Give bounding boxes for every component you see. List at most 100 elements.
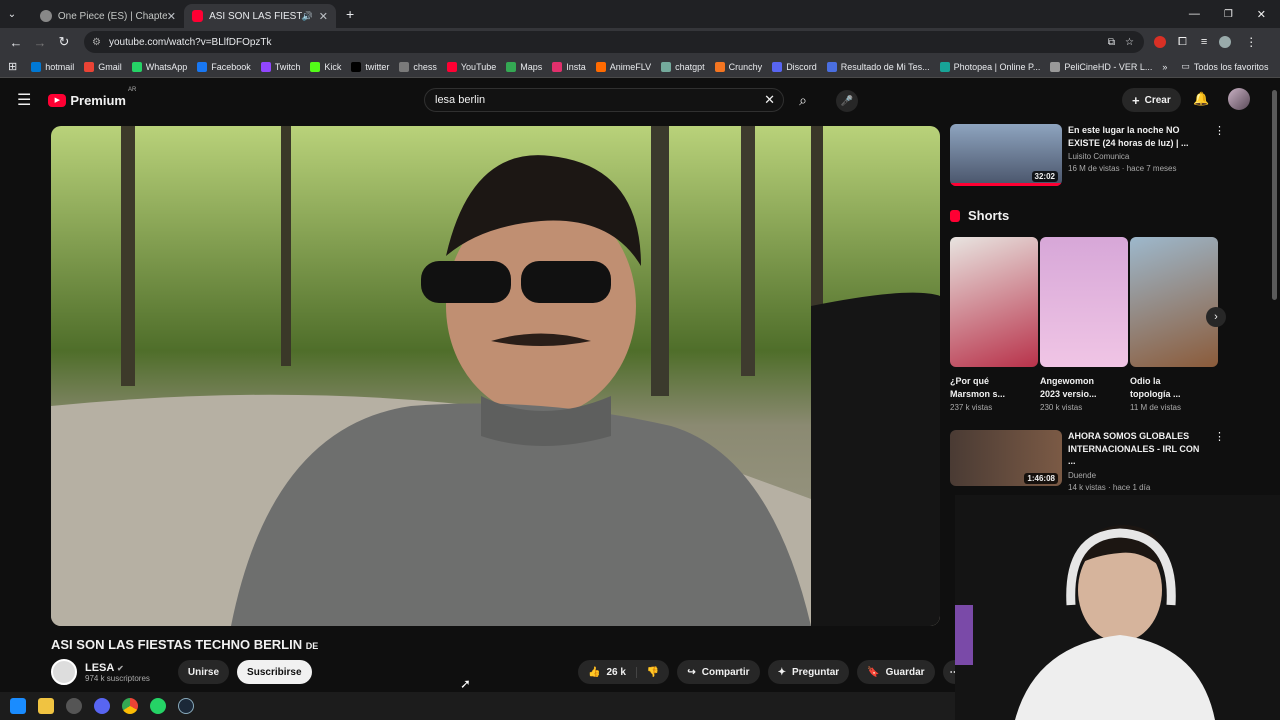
bookmark-item[interactable]: PeliCineHD - VER L... <box>1050 61 1153 72</box>
create-button[interactable]: + Crear <box>1122 88 1181 112</box>
voice-search-icon[interactable]: 🎤 <box>836 90 858 112</box>
short-card[interactable]: ¿Por qué Marsmon s... 237 k vistas <box>950 237 1038 412</box>
new-tab-icon[interactable]: + <box>346 6 354 22</box>
share-label: Compartir <box>701 666 750 678</box>
extension-red-icon[interactable] <box>1154 36 1166 48</box>
extensions-icon[interactable]: ⧠ <box>1178 36 1187 49</box>
tab-one-piece[interactable]: One Piece (ES) | Chapter 1175 | ✕ <box>32 4 184 28</box>
chrome-app-icon[interactable] <box>122 698 138 714</box>
bookmark-item[interactable]: WhatsApp <box>131 61 187 72</box>
speaker-icon[interactable]: 🔊 <box>302 11 313 22</box>
notifications-bell-icon[interactable]: 🔔 <box>1193 91 1209 107</box>
video-card-menu-icon[interactable]: ⋮ <box>1214 430 1225 492</box>
bookmark-item[interactable]: Maps <box>506 61 542 72</box>
bookmark-item[interactable]: hotmail <box>31 61 74 72</box>
url-text: youtube.com/watch?v=BLlfDFOpzTk <box>108 36 272 48</box>
channel-name[interactable]: LESA <box>85 662 114 674</box>
sparkle-icon: ✦ <box>777 666 786 678</box>
bookmark-item[interactable]: Discord <box>772 61 817 72</box>
like-button[interactable]: 👍 26 k <box>578 666 637 678</box>
more-bookmarks-icon[interactable]: » <box>1162 62 1167 72</box>
media-icon[interactable]: ≡ <box>1201 36 1207 48</box>
bookmark-item[interactable]: Photopea | Online P... <box>939 61 1040 72</box>
short-thumbnail[interactable] <box>1040 237 1128 367</box>
short-card[interactable]: Odio la topología ... 11 M de vistas <box>1130 237 1218 412</box>
browser-tab-bar: ⌄ One Piece (ES) | Chapter 1175 | ✕ ASI … <box>0 0 1280 28</box>
video-thumbnail[interactable]: 1:46:08 <box>950 430 1062 487</box>
bookmark-favicon-icon <box>31 61 42 72</box>
bookmark-favicon-icon <box>1050 61 1061 72</box>
whatsapp-app-icon[interactable] <box>150 698 166 714</box>
maximize-icon[interactable]: ❐ <box>1224 9 1233 20</box>
url-field[interactable]: ⚙ youtube.com/watch?v=BLlfDFOpzTk ⧉ ☆ <box>84 31 1144 53</box>
avatar[interactable] <box>1228 88 1250 110</box>
bookmark-star-icon[interactable]: ☆ <box>1125 37 1134 48</box>
youtube-logo[interactable]: ▶ Premium AR <box>48 87 136 108</box>
close-tab-icon[interactable]: ✕ <box>319 10 328 23</box>
short-thumbnail[interactable] <box>950 237 1038 367</box>
discord-app-icon[interactable] <box>94 698 110 714</box>
ask-button[interactable]: ✦ Preguntar <box>767 660 850 684</box>
bookmark-item[interactable]: Facebook <box>197 61 251 72</box>
tab-favicon-icon <box>40 10 52 22</box>
menu-dots-icon[interactable]: ⋮ <box>1245 35 1257 49</box>
search-input[interactable]: lesa berlin ✕ ⌕ <box>424 88 807 112</box>
bookmark-item[interactable]: Crunchy <box>714 61 762 72</box>
video-thumbnail[interactable]: 32:02 <box>950 124 1062 186</box>
thumbs-up-icon: 👍 <box>588 666 601 678</box>
search-icon[interactable]: ⌕ <box>799 92 807 109</box>
progress-bar <box>950 183 1062 186</box>
sidebar-video-card[interactable]: 32:02 En este lugar la noche NO EXISTE (… <box>950 124 1270 186</box>
bookmark-item[interactable]: chatgpt <box>661 61 705 72</box>
bookmark-item[interactable]: twitter <box>351 61 389 72</box>
taskbar <box>0 692 955 720</box>
bookmark-label: Kick <box>324 61 342 72</box>
ask-label: Preguntar <box>791 666 840 678</box>
subscribe-button[interactable]: Suscribirse <box>237 660 312 684</box>
clear-search-icon[interactable]: ✕ <box>764 92 775 108</box>
bookmark-label: PeliCineHD - VER L... <box>1064 61 1153 72</box>
short-thumbnail[interactable] <box>1130 237 1218 367</box>
bookmark-item[interactable]: Resultado de Mi Tes... <box>826 61 930 72</box>
back-icon[interactable]: ← <box>4 35 28 50</box>
steam-app-icon[interactable] <box>178 698 194 714</box>
bookmark-favicon-icon <box>131 61 142 72</box>
shorts-next-icon[interactable]: › <box>1206 307 1226 327</box>
apps-grid-icon[interactable]: ⊞ <box>8 60 17 73</box>
tab-youtube[interactable]: ASI SON LAS FIESTAS TECH 🔊 ✕ <box>184 4 336 28</box>
video-title: ASI SON LAS FIESTAS TECHNO BERLIN DE <box>51 637 318 652</box>
settings-app-icon[interactable] <box>66 698 82 714</box>
save-button[interactable]: 🔖 Guardar <box>857 660 935 684</box>
close-window-icon[interactable]: ✕ <box>1257 8 1266 21</box>
sidebar-video-card[interactable]: 1:46:08 AHORA SOMOS GLOBALES INTERNACION… <box>950 430 1270 492</box>
join-button[interactable]: Unirse <box>177 660 230 684</box>
dislike-button[interactable]: 👎 <box>637 667 669 678</box>
bookmark-item[interactable]: chess <box>399 61 437 72</box>
site-info-icon[interactable]: ⚙ <box>92 37 101 48</box>
page-scrollbar[interactable] <box>1272 90 1277 300</box>
video-card-menu-icon[interactable]: ⋮ <box>1214 124 1225 186</box>
hamburger-menu-icon[interactable]: ☰ <box>17 90 31 110</box>
profile-icon[interactable] <box>1219 36 1232 48</box>
tab-search-icon[interactable]: ⌄ <box>0 9 24 20</box>
video-player[interactable] <box>51 126 940 626</box>
file-explorer-icon[interactable] <box>38 698 54 714</box>
forward-icon[interactable]: → <box>28 35 52 50</box>
channel-avatar[interactable] <box>51 659 77 685</box>
short-card[interactable]: Angewomon 2023 versio... 230 k vistas <box>1040 237 1128 412</box>
all-bookmarks[interactable]: ▭ Todos los favoritos <box>1181 61 1268 72</box>
bookmark-item[interactable]: Gmail <box>84 61 122 72</box>
close-tab-icon[interactable]: ✕ <box>167 10 176 23</box>
bookmark-item[interactable]: Kick <box>310 61 342 72</box>
install-icon[interactable]: ⧉ <box>1108 37 1115 48</box>
reload-icon[interactable]: ↻ <box>52 34 76 50</box>
minimize-icon[interactable]: — <box>1189 8 1200 20</box>
bookmark-item[interactable]: YouTube <box>446 61 496 72</box>
bookmark-item[interactable]: AnimeFLV <box>595 61 651 72</box>
share-button[interactable]: ↪ Compartir <box>677 660 760 684</box>
video-card-meta: 16 M de vistas · hace 7 meses <box>1068 164 1177 174</box>
bookmark-item[interactable]: Twitch <box>260 61 300 72</box>
bookmark-item[interactable]: Insta <box>552 61 586 72</box>
windows-start-icon[interactable] <box>10 698 26 714</box>
video-card-title: En este lugar la noche NO EXISTE (24 hor… <box>1068 125 1189 148</box>
